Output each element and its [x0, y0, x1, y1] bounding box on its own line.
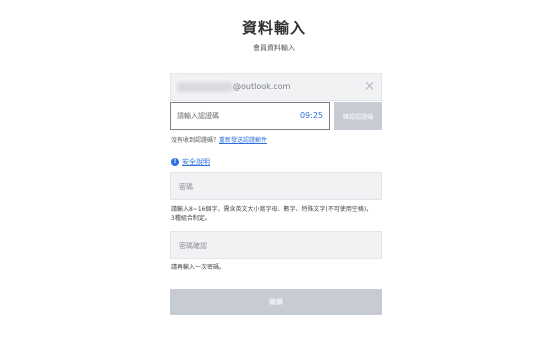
no-code-text: 沒有收到認證碼？ — [171, 137, 220, 144]
password-confirm-input[interactable] — [179, 239, 369, 253]
info-icon: ! — [171, 158, 179, 166]
resend-row: 沒有收到認證碼？重新發送認證郵件 — [171, 135, 267, 144]
email-field: @outlook.com × — [170, 73, 382, 101]
password-hint-line2: 3種組合制定。 — [171, 215, 211, 222]
verify-code-button[interactable]: 確認認證碼 — [334, 102, 382, 130]
password-confirm-hint: 請再輸入一次密碼。 — [171, 264, 226, 271]
clear-icon[interactable]: × — [364, 78, 375, 96]
resend-email-link[interactable]: 重新發送認證郵件 — [219, 137, 267, 144]
security-info-link[interactable]: 安全說明 — [182, 157, 210, 167]
password-hint: 請輸入8~16個字，需含英文大小寫字母、數字、特殊文字(不可使用空格)， 3種組… — [171, 205, 386, 223]
password-input[interactable] — [179, 180, 369, 194]
page-subtitle: 會員資料輸入 — [253, 44, 295, 52]
email-username-blurred — [177, 82, 233, 92]
countdown-timer: 09:25 — [299, 111, 323, 120]
password-hint-line1: 請輸入8~16個字，需含英文大小寫字母、數字、特殊文字(不可使用空格)， — [171, 206, 373, 213]
security-info-row: ! 安全說明 — [171, 157, 210, 167]
verification-code-input[interactable] — [177, 109, 297, 123]
email-domain: @outlook.com — [233, 82, 291, 91]
continue-button[interactable]: 繼續 — [170, 289, 382, 315]
page-title: 資料輸入 — [241, 19, 306, 37]
password-field[interactable] — [170, 172, 382, 200]
password-confirm-field[interactable] — [170, 231, 382, 259]
verification-code-field[interactable]: 09:25 — [170, 102, 330, 130]
